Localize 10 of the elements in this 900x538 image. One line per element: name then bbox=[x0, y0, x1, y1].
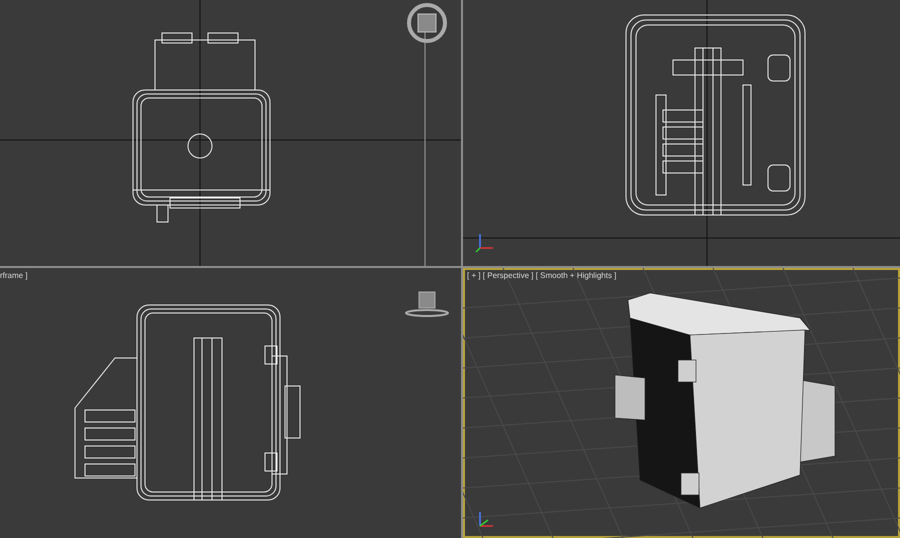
viewport-panel[interactable]: [ + ] [ Perspective ] [ Smooth + Highlights ] bbox=[463, 268, 900, 538]
viewport-label[interactable]: [ + ] [ Perspective ] [ Smooth + Highlights ] bbox=[467, 271, 616, 280]
viewport-label[interactable]: rframe ] bbox=[0, 271, 28, 280]
viewcube-icon[interactable] bbox=[407, 3, 447, 43]
viewcube-icon[interactable] bbox=[405, 292, 449, 317]
viewport-panel[interactable]: rframe ] bbox=[0, 268, 461, 538]
axis-icon bbox=[479, 512, 493, 527]
viewport-panel[interactable] bbox=[463, 0, 900, 266]
viewport-panel[interactable] bbox=[0, 0, 461, 266]
axis-icon bbox=[475, 234, 493, 253]
